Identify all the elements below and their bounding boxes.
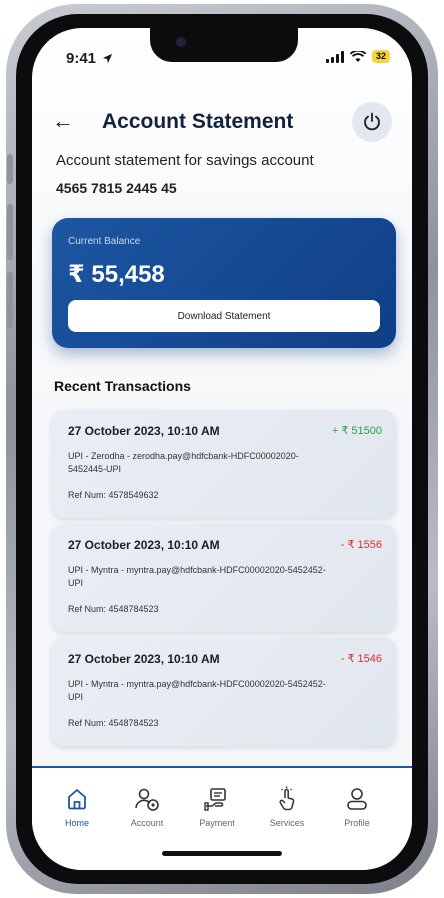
transaction-card[interactable]: 27 October 2023, 10:10 AM + ₹ 51500 UPI …	[52, 410, 396, 518]
phone-frame: 9:41 32 ← Account Statement Account stat…	[6, 4, 438, 894]
transaction-description: UPI - Myntra - myntra.pay@hdfcbank-HDFC0…	[68, 679, 326, 702]
app-header: ← Account Statement	[52, 100, 392, 150]
status-time: 9:41	[66, 50, 113, 67]
power-button[interactable]	[352, 102, 392, 142]
mute-switch	[7, 154, 13, 184]
balance-label: Current Balance	[68, 236, 141, 247]
volume-down-button	[7, 272, 13, 328]
recent-transactions-title: Recent Transactions	[54, 378, 191, 394]
transaction-ref: Ref Num: 4578549632	[68, 490, 159, 500]
payment-icon	[204, 788, 226, 811]
nav-label: Services	[269, 818, 305, 828]
transaction-amount: - ₹ 1556	[340, 539, 382, 551]
nav-item-account[interactable]: Account	[112, 786, 182, 828]
nav-item-home[interactable]: Home	[42, 786, 112, 828]
transaction-amount: + ₹ 51500	[331, 425, 382, 437]
nav-label: Account	[130, 818, 164, 828]
location-arrow-icon	[103, 53, 113, 64]
bottom-nav: Home Account Payment Services Profile	[32, 766, 412, 870]
home-icon	[68, 789, 86, 810]
profile-icon	[347, 788, 367, 810]
nav-label: Profile	[344, 818, 370, 828]
cellular-signal-icon	[325, 50, 344, 63]
transaction-card[interactable]: 27 October 2023, 10:10 AM - ₹ 1556 UPI -…	[52, 524, 396, 632]
front-camera	[176, 37, 186, 47]
home-indicator	[162, 851, 282, 856]
nav-item-services[interactable]: Services	[252, 786, 322, 828]
battery-icon: 32	[371, 50, 390, 63]
transaction-description: UPI - Myntra - myntra.pay@hdfcbank-HDFC0…	[68, 565, 326, 588]
transaction-date: 27 October 2023, 10:10 AM	[68, 424, 220, 438]
transaction-card[interactable]: 27 October 2023, 10:10 AM - ₹ 1546 UPI -…	[52, 638, 396, 746]
wifi-icon	[349, 50, 366, 62]
power-icon	[364, 112, 380, 131]
back-arrow-icon[interactable]: ←	[52, 110, 74, 132]
nav-label: Payment	[199, 818, 235, 828]
nav-item-payment[interactable]: Payment	[182, 786, 252, 828]
notch	[150, 28, 298, 62]
transaction-amount: - ₹ 1546	[340, 653, 382, 665]
download-statement-button[interactable]: Download Statement	[68, 300, 380, 332]
app-screen: 9:41 32 ← Account Statement Account stat…	[32, 28, 412, 870]
transaction-ref: Ref Num: 4548784523	[68, 604, 159, 614]
balance-card: Current Balance ₹ 55,458 Download Statem…	[52, 218, 396, 348]
nav-label: Home	[64, 818, 89, 828]
status-bar: 9:41 32	[32, 28, 412, 88]
transaction-description: UPI - Zerodha - zerodha.pay@hdfcbank-HDF…	[68, 451, 299, 474]
account-number: 4565 7815 2445 45	[56, 180, 177, 196]
balance-amount: ₹ 55,458	[68, 261, 165, 288]
account-description: Account statement for savings account	[56, 152, 314, 169]
transaction-date: 27 October 2023, 10:10 AM	[68, 538, 220, 552]
nav-item-profile[interactable]: Profile	[322, 786, 392, 828]
status-icons: 32	[325, 50, 390, 63]
volume-up-button	[7, 204, 13, 260]
services-icon	[279, 786, 295, 811]
transaction-ref: Ref Num: 4548784523	[68, 718, 159, 728]
account-icon	[135, 788, 159, 811]
page-title: Account Statement	[102, 110, 294, 133]
transaction-date: 27 October 2023, 10:10 AM	[68, 652, 220, 666]
